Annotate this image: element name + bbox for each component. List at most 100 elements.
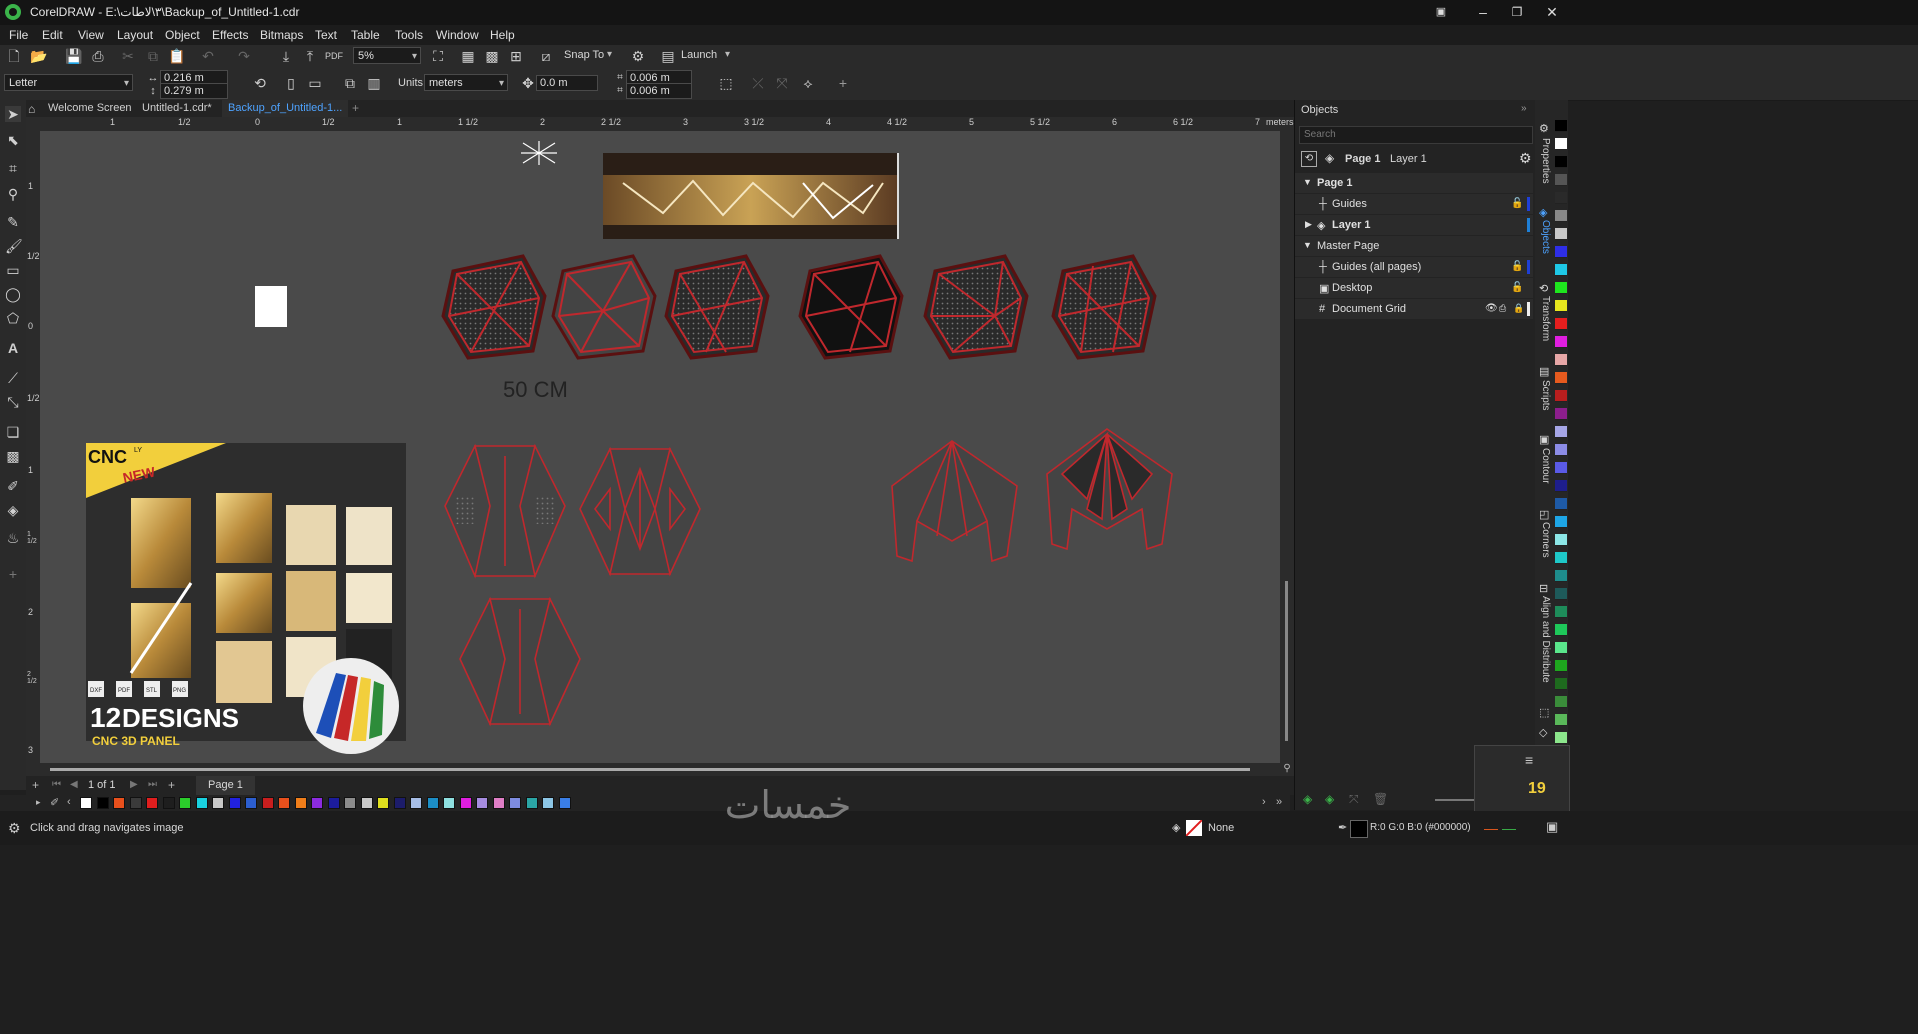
eyedropper-palette-icon[interactable]: ✐ <box>50 796 59 809</box>
color-proof-icon[interactable]: ▣ <box>1546 819 1558 835</box>
pick-tool-options-icon[interactable]: ⟡ <box>800 75 816 91</box>
print-toggle-icon[interactable]: ⎙ <box>1499 303 1506 314</box>
palette-swatch[interactable] <box>1555 426 1567 438</box>
page-height-field[interactable]: 0.279 m <box>160 83 228 99</box>
freehand-tool-icon[interactable]: ✎ <box>5 214 21 230</box>
transparency-icon[interactable]: ⤫ <box>750 75 766 91</box>
next-page-icon[interactable]: ▶ <box>130 779 138 790</box>
palette-swatch[interactable] <box>96 797 109 809</box>
palette-swatch[interactable] <box>179 797 191 809</box>
landscape-icon[interactable]: ▭ <box>307 75 323 91</box>
palette-swatch[interactable] <box>261 797 274 809</box>
objects-settings-gear-icon[interactable]: ⚙ <box>1519 150 1532 167</box>
new-document-icon[interactable]: 🗋 <box>6 48 22 64</box>
menu-tools[interactable]: Tools <box>395 28 423 42</box>
tree-item-master-page[interactable]: ▼ Master Page <box>1295 236 1533 256</box>
docker-tab-contour[interactable]: Contour <box>1540 448 1551 484</box>
page-layout-icon[interactable]: ▥ <box>366 75 382 91</box>
palette-swatch[interactable] <box>558 797 571 809</box>
palette-swatch[interactable] <box>344 797 356 809</box>
home-icon[interactable]: ⌂ <box>28 102 35 116</box>
new-tab-icon[interactable]: + <box>352 101 359 115</box>
add-icon[interactable]: + <box>835 75 851 91</box>
palette-swatch[interactable] <box>1555 552 1567 564</box>
align-icon[interactable]: ⊟ <box>1539 582 1548 595</box>
first-page-icon[interactable]: ⏮ <box>52 779 61 790</box>
portrait-icon[interactable]: ▯ <box>283 75 299 91</box>
menu-bitmaps[interactable]: Bitmaps <box>260 28 303 42</box>
expand-arrow-icon[interactable]: ▼ <box>1303 177 1312 187</box>
palette-swatch[interactable] <box>1555 660 1567 672</box>
palette-swatch[interactable] <box>1555 678 1567 690</box>
palette-swatch[interactable] <box>1555 246 1567 258</box>
properties-icon[interactable]: ⚙ <box>1539 122 1549 135</box>
units-select[interactable]: meters <box>424 74 508 92</box>
docker-tab-objects[interactable]: Objects <box>1540 220 1551 254</box>
scripts-icon[interactable]: ▤ <box>1539 365 1549 378</box>
show-guidelines-icon[interactable]: ⊞ <box>508 48 524 64</box>
palette-swatch[interactable] <box>1555 642 1567 654</box>
duplicate-distance-y-field[interactable]: 0.006 m <box>626 83 692 99</box>
palette-swatch[interactable] <box>228 797 241 809</box>
lock-icon[interactable]: 🔓 <box>1511 198 1523 209</box>
export-icon[interactable]: ⤒ <box>302 48 318 64</box>
horizontal-scrollbar[interactable] <box>40 763 1280 776</box>
palette-swatch[interactable] <box>195 797 208 809</box>
tree-item-document-grid[interactable]: # Document Grid 👁 ⎙ 🔒 <box>1295 299 1533 319</box>
vertical-scroll-thumb[interactable] <box>1285 581 1288 741</box>
menu-table[interactable]: Table <box>351 28 380 42</box>
treat-as-filled-icon[interactable]: ⬚ <box>718 75 734 91</box>
artistic-media-icon[interactable]: 🖌 <box>5 238 23 254</box>
expand-arrow-icon[interactable]: ▼ <box>1303 240 1312 250</box>
tree-item-guides[interactable]: ┼ Guides 🔓 <box>1295 194 1533 214</box>
palette-swatch[interactable] <box>1555 300 1567 312</box>
horizontal-scroll-thumb[interactable] <box>50 768 1250 771</box>
corners-icon[interactable]: ◰ <box>1539 508 1549 521</box>
palette-swatch[interactable] <box>1555 120 1567 132</box>
close-button[interactable]: ✕ <box>1543 3 1561 21</box>
palette-scroll-left-icon[interactable]: ‹ <box>67 796 71 808</box>
save-icon[interactable]: 💾 <box>65 48 82 64</box>
palette-swatch[interactable] <box>1555 588 1567 600</box>
paste-icon[interactable]: 📋 <box>168 48 185 64</box>
docker-tab-transform[interactable]: Transform <box>1540 296 1551 341</box>
palette-swatch[interactable] <box>1555 318 1567 330</box>
pick-tool-icon[interactable]: ➤ <box>5 106 21 122</box>
menu-help[interactable]: Help <box>490 28 515 42</box>
publish-pdf-icon[interactable]: PDF <box>325 48 343 64</box>
menu-file[interactable]: File <box>9 28 28 42</box>
full-screen-icon[interactable]: ⛶ <box>430 48 446 64</box>
vertical-ruler[interactable]: 1 1/2 0 1/2 1 1 1/2 2 2 1/2 3 <box>26 131 41 776</box>
palette-swatch[interactable] <box>1555 390 1567 402</box>
palette-swatch[interactable] <box>212 797 224 809</box>
objects-search-box[interactable]: Search <box>1299 126 1533 144</box>
page-tab[interactable]: Page 1 <box>196 776 255 795</box>
undo-icon[interactable]: ↶ <box>200 48 216 64</box>
palette-swatch[interactable] <box>1555 714 1567 726</box>
add-page-before-icon[interactable]: + <box>32 778 39 792</box>
minimize-button[interactable]: – <box>1474 3 1492 21</box>
palette-swatch[interactable] <box>1555 138 1567 150</box>
new-master-layer-icon[interactable]: ◈ <box>1325 792 1334 806</box>
palette-swatch[interactable] <box>278 797 290 809</box>
palette-swatch[interactable] <box>1555 192 1567 204</box>
shape-tool-icon[interactable]: ⬉ <box>5 132 21 148</box>
connector-tool-icon[interactable]: ⤡ <box>5 394 21 410</box>
add-page-after-icon[interactable]: + <box>168 778 175 792</box>
palette-swatch[interactable] <box>80 797 92 809</box>
status-settings-gear-icon[interactable]: ⚙ <box>8 820 21 837</box>
ellipse-tool-icon[interactable]: ◯ <box>5 286 21 302</box>
palette-swatch[interactable] <box>162 797 175 809</box>
current-page-icon[interactable]: ⧉ <box>342 75 358 91</box>
palette-swatch[interactable] <box>492 797 505 809</box>
palette-swatch[interactable] <box>377 797 389 809</box>
drop-shadow-icon[interactable]: ❏ <box>5 424 21 440</box>
palette-swatch[interactable] <box>1555 354 1567 366</box>
lock-icon[interactable]: 🔓 <box>1511 282 1523 293</box>
palette-swatch[interactable] <box>426 797 439 809</box>
palette-swatch[interactable] <box>1555 570 1567 582</box>
zoom-tool-icon[interactable]: ⚲ <box>5 186 21 202</box>
palette-swatch[interactable] <box>129 797 142 809</box>
palette-swatch[interactable] <box>1555 156 1567 168</box>
new-layer-icon[interactable]: ◈ <box>1303 792 1312 806</box>
